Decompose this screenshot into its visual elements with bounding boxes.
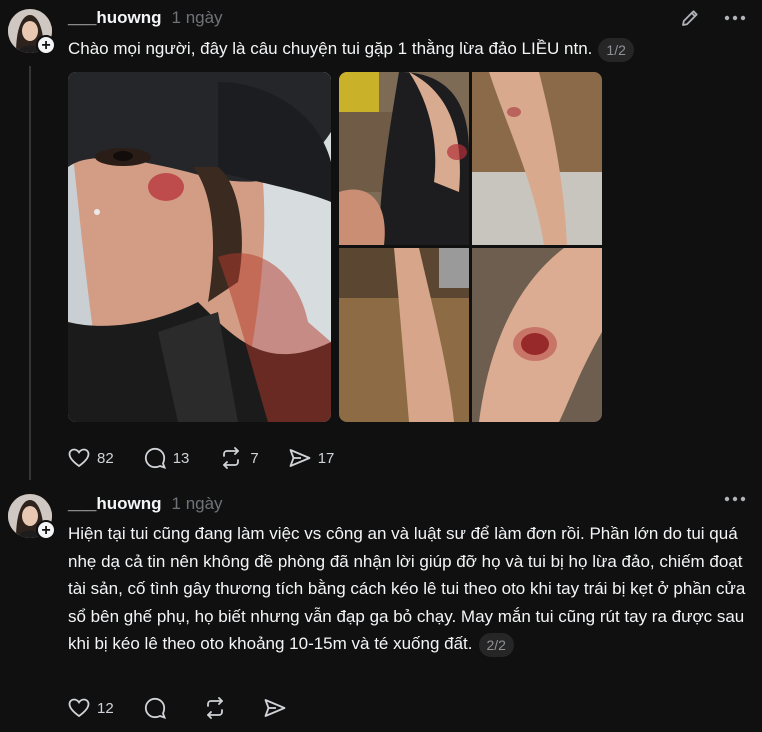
post-header: ___huowng 1 ngày [68, 493, 223, 515]
like-count: 82 [97, 449, 114, 467]
repost-count: 7 [250, 449, 259, 467]
comment-count: 13 [172, 449, 190, 467]
username[interactable]: ___huowng [68, 494, 162, 514]
share-button[interactable] [264, 698, 293, 718]
share-icon [264, 699, 286, 717]
photo-face-injury[interactable] [68, 72, 331, 422]
post-actions: 12 [68, 697, 323, 719]
share-count: 17 [317, 449, 335, 467]
thread-pager: 2/2 [478, 632, 514, 657]
repost-button[interactable]: 7 [219, 447, 259, 469]
timestamp[interactable]: 1 ngày [172, 494, 223, 514]
comment-button[interactable] [144, 697, 173, 719]
repost-icon [223, 447, 240, 469]
thread-post-1: + ___huowng 1 ngày Chào mọi người, đây l… [0, 0, 762, 480]
thread-connector [29, 66, 31, 480]
post-body: Hiện tại tui cũng đang làm việc vs công … [68, 524, 746, 653]
more-icon[interactable] [724, 15, 746, 21]
share-button[interactable]: 17 [289, 448, 335, 468]
post-text: Hiện tại tui cũng đang làm việc vs công … [68, 520, 748, 658]
post-actions: 82 13 7 17 [68, 447, 364, 469]
repost-button[interactable] [203, 697, 234, 719]
post-top-actions [724, 496, 746, 502]
heart-icon [68, 698, 90, 718]
like-count: 12 [97, 699, 114, 717]
comment-icon [144, 447, 166, 469]
follow-plus-icon[interactable]: + [36, 35, 56, 55]
avatar[interactable]: + [8, 9, 56, 55]
avatar[interactable]: + [8, 494, 56, 540]
follow-plus-icon[interactable]: + [36, 520, 56, 540]
like-button[interactable]: 12 [68, 698, 114, 718]
post-header: ___huowng 1 ngày [68, 7, 223, 29]
username[interactable]: ___huowng [68, 8, 162, 28]
post-top-actions [680, 8, 746, 28]
comment-icon [144, 697, 166, 719]
thread-post-2: + ___huowng 1 ngày Hiện tại tui cũng đan… [0, 484, 762, 732]
photo-carousel[interactable] [68, 72, 602, 422]
photo-arm-injuries-collage[interactable] [339, 72, 602, 422]
heart-icon [68, 448, 90, 468]
more-icon[interactable] [724, 496, 746, 502]
post-body: Chào mọi người, đây là câu chuyện tui gặ… [68, 39, 593, 58]
edit-icon[interactable] [680, 8, 700, 28]
share-icon [289, 449, 311, 467]
post-text: Chào mọi người, đây là câu chuyện tui gặ… [68, 35, 748, 62]
comment-button[interactable]: 13 [144, 447, 190, 469]
thread-pager: 1/2 [598, 37, 634, 62]
repost-icon [206, 697, 223, 719]
timestamp[interactable]: 1 ngày [172, 8, 223, 28]
like-button[interactable]: 82 [68, 448, 114, 468]
